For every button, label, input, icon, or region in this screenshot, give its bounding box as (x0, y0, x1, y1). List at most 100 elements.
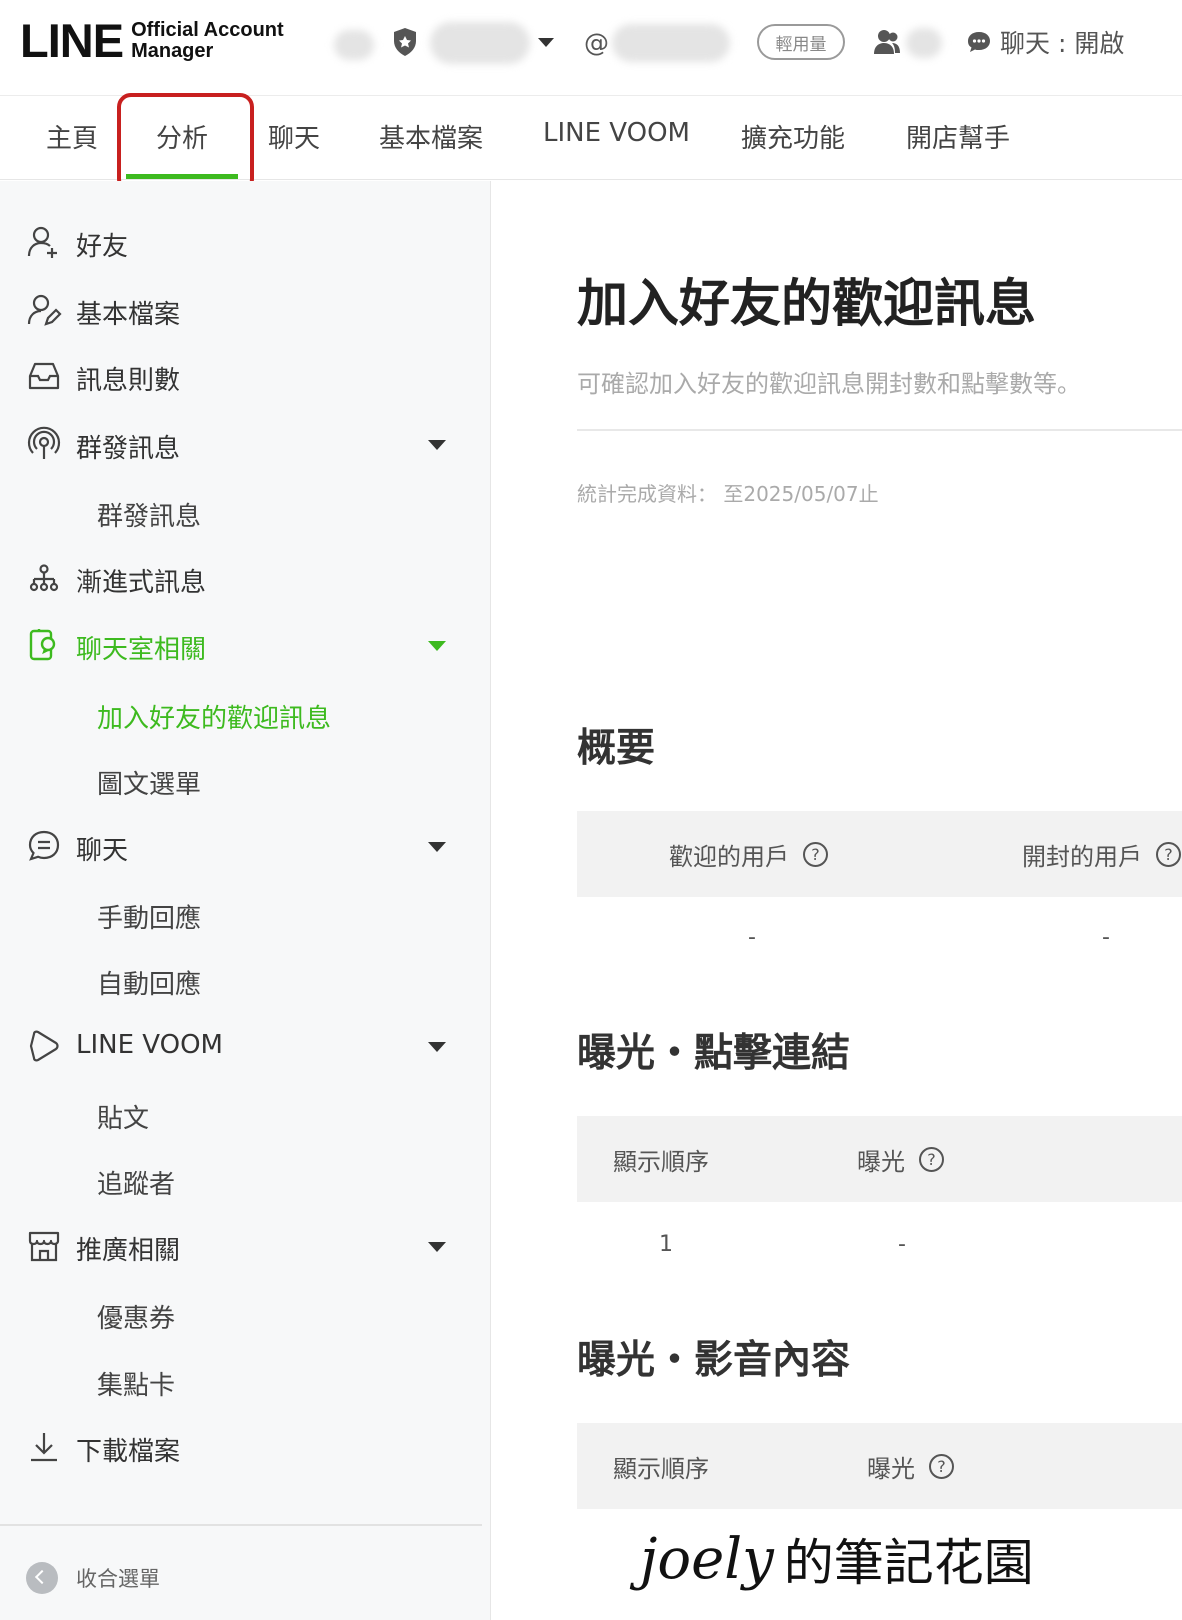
help-icon[interactable]: ? (919, 1147, 944, 1172)
sidebar-item-download[interactable]: 下載檔案 (0, 1417, 490, 1477)
link-section-title: 曝光・點擊連結 (577, 1031, 851, 1076)
sidebar-item-friends[interactable]: 好友 (0, 212, 490, 272)
col-impressions: 曝光 ? (867, 1449, 954, 1484)
sidebar-subitem-label: 加入好友的歡迎訊息 (97, 704, 332, 734)
profile-edit-icon (27, 294, 62, 326)
account-avatar-blurred[interactable] (334, 30, 374, 60)
line-oa-manager-logo[interactable]: LINE Official Account Manager (20, 16, 284, 66)
tab-line-voom[interactable]: LINE VOOM (543, 118, 690, 148)
overview-opened-value: - (1102, 925, 1110, 950)
sidebar-item-label: 漸進式訊息 (76, 568, 207, 598)
sidebar-subitem-label: 追蹤者 (97, 1170, 176, 1200)
download-icon (31, 1433, 57, 1462)
title-divider (577, 429, 1182, 431)
inbox-icon (28, 362, 60, 390)
chat-status-label: 聊天 : 開啟 (1000, 29, 1125, 58)
sidebar-item-broadcast[interactable]: 群發訊息 (0, 414, 490, 474)
sidebar-subitem-label: 手動回應 (97, 904, 202, 934)
add-friend-icon (27, 226, 57, 258)
tab-shop-assistant[interactable]: 開店幫手 (906, 118, 1010, 155)
members-icon[interactable] (873, 28, 901, 56)
verified-shield-icon (394, 28, 416, 56)
sidebar-item-line-voom[interactable]: LINE VOOM (0, 1016, 490, 1076)
col-impressions: 曝光 ? (857, 1142, 944, 1177)
sidebar-subitem-broadcast[interactable]: 群發訊息 (0, 484, 490, 540)
logo-sub-line-2: Manager (131, 40, 214, 62)
voom-play-icon (29, 1030, 59, 1062)
tab-extensions[interactable]: 擴充功能 (741, 118, 845, 155)
chevron-down-icon (428, 1242, 446, 1252)
chat-status[interactable]: 聊天 : 開啟 (966, 22, 1124, 62)
link-row-impressions: - (898, 1232, 906, 1257)
collapse-menu-button[interactable]: 收合選單 (26, 1561, 160, 1595)
sidebar-subitem-posts[interactable]: 貼文 (0, 1086, 490, 1142)
page-description: 可確認加入好友的歡迎訊息開封數和點擊數等。 (577, 370, 1081, 398)
sidebar-subitem-coupon[interactable]: 優惠券 (0, 1286, 490, 1342)
sidebar-subitem-label: 優惠券 (97, 1304, 176, 1334)
sidebar-subitem-reward-card[interactable]: 集點卡 (0, 1353, 490, 1409)
tab-profile[interactable]: 基本檔案 (379, 118, 483, 155)
storefront-icon (28, 1231, 60, 1262)
col-display-order: 顯示順序 (613, 1142, 709, 1177)
link-table-header: 顯示順序 曝光 ? (577, 1116, 1182, 1202)
overview-section-title: 概要 (577, 726, 656, 771)
col-label: 曝光 (857, 1148, 905, 1176)
logo-subtitle: Official Account Manager (131, 20, 284, 62)
sidebar-subitem-auto-reply[interactable]: 自動回應 (0, 952, 490, 1008)
sidebar-divider (0, 1524, 482, 1526)
sidebar-subitem-label: 貼文 (97, 1104, 150, 1134)
sidebar-subitem-manual-reply[interactable]: 手動回應 (0, 886, 490, 942)
tab-chat[interactable]: 聊天 (268, 118, 320, 155)
col-opened-users: 開封的用戶 ? (1022, 837, 1181, 872)
top-bar: LINE Official Account Manager @ 輕用量 聊天 :… (0, 0, 1182, 96)
chevron-down-icon (428, 842, 446, 852)
broadcast-icon (27, 426, 61, 459)
help-icon[interactable]: ? (929, 1454, 954, 1479)
col-display-order: 顯示順序 (613, 1449, 709, 1484)
sidebar-item-message-count[interactable]: 訊息則數 (0, 346, 490, 406)
col-label: 顯示順序 (613, 1148, 709, 1176)
sidebar-item-label: 訊息則數 (76, 366, 181, 396)
overview-table-header: 歡迎的用戶 ? 開封的用戶 ? (577, 811, 1182, 897)
video-table-header: 顯示順序 曝光 ? (577, 1423, 1182, 1509)
overview-welcomed-value: - (748, 925, 756, 950)
col-welcomed-users: 歡迎的用戶 ? (669, 837, 828, 872)
sidebar-item-label: 聊天室相關 (76, 635, 207, 665)
sidebar-item-label: 推廣相關 (76, 1236, 181, 1266)
sidebar-subitem-label: 集點卡 (97, 1371, 176, 1401)
watermark-script: joely (640, 1527, 774, 1592)
tab-home[interactable]: 主頁 (46, 118, 98, 155)
account-id: @ (584, 22, 609, 62)
account-dropdown-caret-icon (538, 37, 554, 47)
sidebar-item-label: 群發訊息 (76, 434, 181, 464)
sidebar-subitem-rich-menu[interactable]: 圖文選單 (0, 752, 490, 808)
chevron-down-icon (428, 440, 446, 450)
help-icon[interactable]: ? (803, 842, 828, 867)
sidebar-item-step-message[interactable]: 漸進式訊息 (0, 548, 490, 608)
help-icon[interactable]: ? (1156, 842, 1181, 867)
chatroom-icon (29, 629, 56, 661)
sidebar-subitem-label: 圖文選單 (97, 770, 202, 800)
annotation-highlight-box (117, 93, 254, 193)
logo-sub-line-1: Official Account (131, 19, 284, 41)
sidebar-item-label: 聊天 (76, 836, 129, 866)
account-name-blurred[interactable] (430, 22, 530, 64)
stats-complete-date: 統計完成資料： 至2025/05/07止 (577, 482, 879, 506)
sidebar-item-chatroom[interactable]: 聊天室相關 (0, 615, 490, 675)
sidebar-item-promotion[interactable]: 推廣相關 (0, 1216, 490, 1276)
account-id-blurred (612, 24, 730, 62)
col-label: 歡迎的用戶 (669, 843, 789, 871)
sidebar-item-profile[interactable]: 基本檔案 (0, 280, 490, 340)
collapse-menu-label: 收合選單 (76, 1567, 160, 1591)
sidebar-subitem-followers[interactable]: 追蹤者 (0, 1152, 490, 1208)
sidebar-subitem-welcome-message[interactable]: 加入好友的歡迎訊息 (0, 686, 490, 742)
col-label: 顯示順序 (613, 1455, 709, 1483)
flow-tree-icon (29, 564, 59, 592)
sidebar-item-label: 基本檔案 (76, 300, 181, 330)
member-count-blurred (906, 28, 942, 58)
sidebar-item-chat[interactable]: 聊天 (0, 816, 490, 876)
author-watermark: joely 的筆記花園 (640, 1515, 1034, 1595)
sidebar-item-label: 下載檔案 (76, 1437, 181, 1467)
account-switcher[interactable] (538, 22, 554, 62)
chevron-down-icon (428, 641, 446, 651)
